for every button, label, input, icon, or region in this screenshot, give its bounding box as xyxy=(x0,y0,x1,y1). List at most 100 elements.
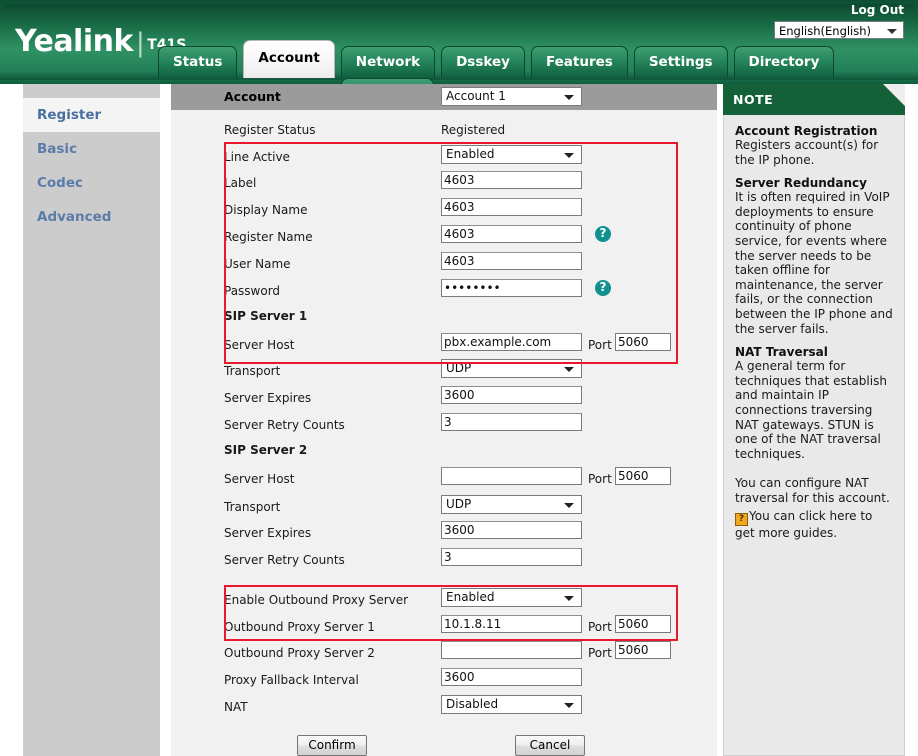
sip1-server-host-input[interactable] xyxy=(441,333,582,351)
register-status-value: Registered xyxy=(441,123,506,137)
password-label: Password xyxy=(224,284,281,298)
enable-outbound-proxy-select[interactable]: Enabled xyxy=(441,588,582,607)
password-input[interactable] xyxy=(441,279,582,297)
sidebar-item-codec[interactable]: Codec xyxy=(23,166,160,200)
row-sip2-transport: Transport UDP xyxy=(171,494,717,521)
row-sip1-transport: Transport UDP xyxy=(171,358,717,385)
tab-status[interactable]: Status xyxy=(158,46,238,78)
brand-separator: | xyxy=(135,28,145,58)
outbound-proxy-1-port-input[interactable] xyxy=(615,615,671,633)
sip1-server-retry-input[interactable] xyxy=(441,413,582,431)
main-nav-tabs: Status Account Network Dsskey Features S… xyxy=(158,40,918,110)
brand-name: Yealink xyxy=(15,24,133,59)
proxy-fallback-interval-label: Proxy Fallback Interval xyxy=(224,673,359,687)
sip2-port-label: Port xyxy=(588,472,612,486)
outbound-proxy-1-port-label: Port xyxy=(588,620,612,634)
section-header: Account Account 1 xyxy=(171,84,717,110)
nat-select-value: Disabled xyxy=(446,697,499,711)
sip-server-2-heading: SIP Server 2 xyxy=(224,443,308,457)
sip1-port-input[interactable] xyxy=(615,333,671,351)
note-header: NOTE xyxy=(723,84,905,115)
sip1-server-expires-label: Server Expires xyxy=(224,391,312,405)
help-icon[interactable]: ? xyxy=(595,280,611,296)
label-input[interactable] xyxy=(441,171,582,189)
note-text-account-registration: Registers account(s) for the IP phone. xyxy=(735,138,879,167)
page-body: Register Basic Codec Advanced Account Ac… xyxy=(0,84,918,756)
sip2-server-host-input[interactable] xyxy=(441,467,582,485)
display-name-input[interactable] xyxy=(441,198,582,216)
account-select[interactable]: Account 1 xyxy=(441,87,582,106)
outbound-proxy-1-label: Outbound Proxy Server 1 xyxy=(224,620,375,634)
outbound-proxy-2-input[interactable] xyxy=(441,641,582,659)
row-sip1-server-expires: Server Expires xyxy=(171,385,717,412)
account-register-form: Account Account 1 Register Status Regist… xyxy=(171,84,717,756)
row-nat: NAT Disabled xyxy=(171,694,717,721)
outbound-proxy-1-input[interactable] xyxy=(441,615,582,633)
line-active-select[interactable]: Enabled xyxy=(441,145,582,164)
row-outbound-proxy-1: Outbound Proxy Server 1 Port xyxy=(171,614,717,641)
note-guide-row[interactable]: ? You can click here to get more guides. xyxy=(735,509,895,541)
outbound-proxy-2-port-label: Port xyxy=(588,646,612,660)
note-body: Account Registration Registers account(s… xyxy=(723,115,905,756)
chevron-down-icon xyxy=(564,367,574,372)
sip2-transport-label: Transport xyxy=(224,500,281,514)
sip2-transport-select-value: UDP xyxy=(446,497,472,511)
note-header-label: NOTE xyxy=(733,92,774,107)
logout-link[interactable]: Log Out xyxy=(851,3,904,17)
tab-network[interactable]: Network xyxy=(340,46,436,78)
cancel-button[interactable]: Cancel xyxy=(515,735,585,756)
sip1-server-host-label: Server Host xyxy=(224,338,295,352)
tab-directory[interactable]: Directory xyxy=(733,46,835,78)
sip2-server-host-label: Server Host xyxy=(224,472,295,486)
sip-server-1-heading: SIP Server 1 xyxy=(224,309,308,323)
row-display-name: Display Name xyxy=(171,197,717,224)
help-icon[interactable]: ? xyxy=(595,226,611,242)
question-mark-icon[interactable]: ? xyxy=(735,513,748,527)
sip2-server-retry-input[interactable] xyxy=(441,548,582,566)
tab-features[interactable]: Features xyxy=(530,46,628,78)
row-line-active: Line Active Enabled xyxy=(171,144,717,171)
row-register-name: Register Name ? xyxy=(171,224,717,251)
sidebar-item-basic[interactable]: Basic xyxy=(23,132,160,166)
chevron-down-icon xyxy=(564,95,574,100)
language-select-value: English(English) xyxy=(779,24,872,38)
nat-label: NAT xyxy=(224,700,248,714)
chevron-down-icon xyxy=(564,703,574,708)
user-name-input[interactable] xyxy=(441,252,582,270)
chevron-down-icon xyxy=(564,596,574,601)
row-password: Password ? xyxy=(171,278,717,305)
tab-settings[interactable]: Settings xyxy=(633,46,728,78)
sip2-server-expires-label: Server Expires xyxy=(224,526,312,540)
label-label: Label xyxy=(224,176,257,190)
outbound-proxy-2-port-input[interactable] xyxy=(615,641,671,659)
confirm-button[interactable]: Confirm xyxy=(297,735,367,756)
tab-dsskey[interactable]: Dsskey xyxy=(441,46,525,78)
sip1-transport-select[interactable]: UDP xyxy=(441,359,582,378)
row-register-status: Register Status Registered xyxy=(171,117,717,144)
section-title: Account xyxy=(224,89,281,104)
row-sip-server-1-heading: SIP Server 1 xyxy=(171,303,717,330)
sip2-transport-select[interactable]: UDP xyxy=(441,495,582,514)
nat-select[interactable]: Disabled xyxy=(441,695,582,714)
sip2-server-retry-label: Server Retry Counts xyxy=(224,553,345,567)
sidebar-item-register[interactable]: Register xyxy=(23,98,160,132)
sidebar-item-advanced[interactable]: Advanced xyxy=(23,200,160,234)
sip1-server-expires-input[interactable] xyxy=(441,386,582,404)
register-name-label: Register Name xyxy=(224,230,313,244)
account-select-value: Account 1 xyxy=(446,89,506,103)
line-active-select-value: Enabled xyxy=(446,147,495,161)
note-title-server-redundancy: Server Redundancy xyxy=(735,176,867,191)
tab-account[interactable]: Account xyxy=(243,40,335,78)
enable-outbound-proxy-label: Enable Outbound Proxy Server xyxy=(224,593,409,607)
language-select[interactable]: English(English) xyxy=(774,21,904,39)
row-sip1-server-retry: Server Retry Counts xyxy=(171,412,717,439)
sip2-port-input[interactable] xyxy=(615,467,671,485)
note-text-server-redundancy: It is often required in VoIP deployments… xyxy=(735,190,893,336)
sip1-port-label: Port xyxy=(588,338,612,352)
yealink-web-ui: Yealink | T41S Log Out English(English) St… xyxy=(0,0,918,756)
sip2-server-expires-input[interactable] xyxy=(441,521,582,539)
note-guide-text: You can click here to get more guides. xyxy=(735,509,873,541)
register-name-input[interactable] xyxy=(441,225,582,243)
row-label: Label xyxy=(171,170,717,197)
proxy-fallback-interval-input[interactable] xyxy=(441,668,582,686)
